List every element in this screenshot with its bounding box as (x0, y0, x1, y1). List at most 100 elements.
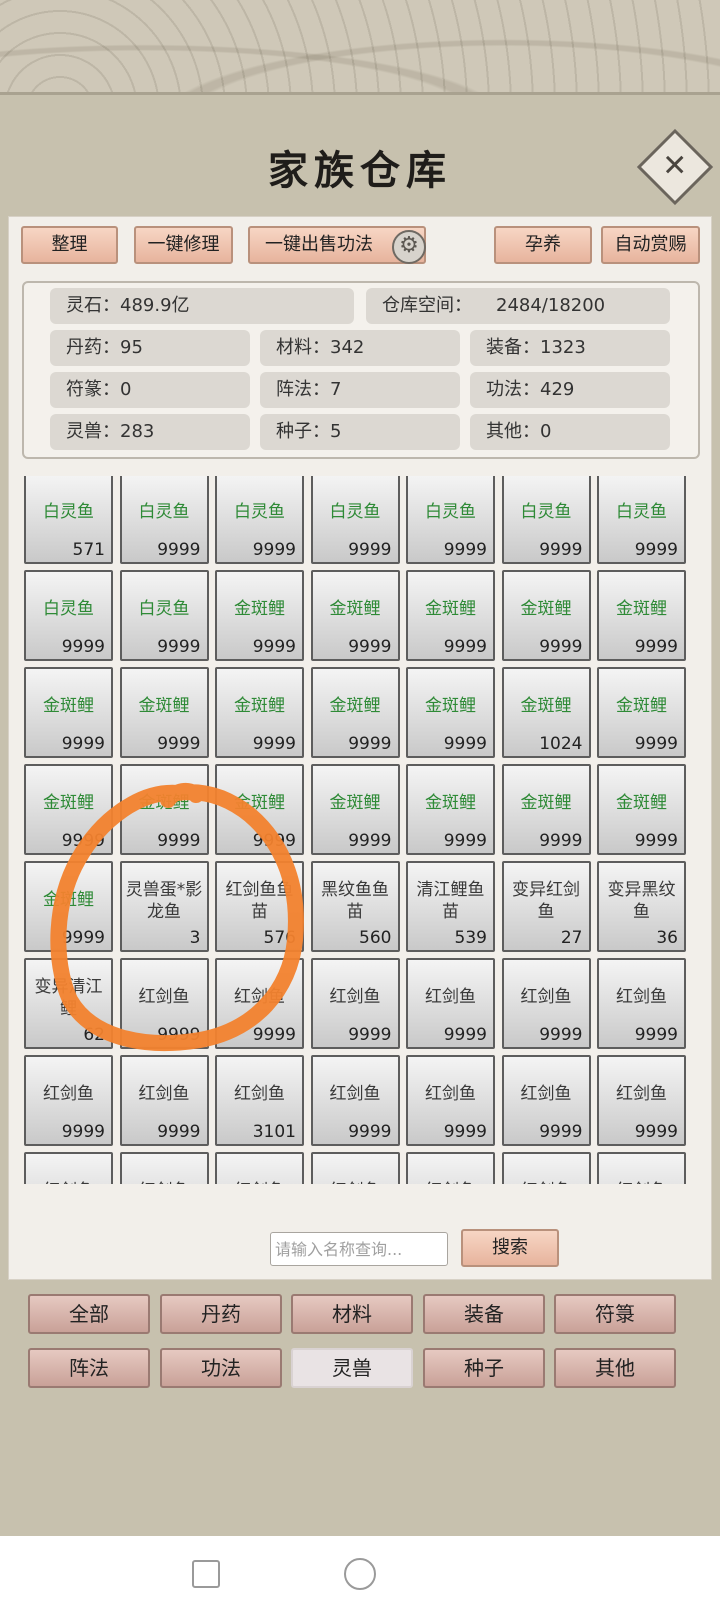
stat-warehouse-space: 仓库空间： 2484/18200 (366, 288, 670, 324)
item-slot[interactable]: 金斑鲤 9999 (24, 667, 113, 758)
item-slot[interactable]: 金斑鲤 1024 (501, 667, 591, 758)
close-icon: ✕ (662, 148, 688, 184)
item-slot[interactable]: 金斑鲤 9999 (310, 570, 400, 661)
page-title: 家族仓库 (268, 147, 452, 194)
tab-4[interactable]: 符箓 (554, 1294, 676, 1334)
item-name: 红剑鱼 (124, 1180, 205, 1184)
item-slot[interactable]: 红剑鱼 (24, 1152, 113, 1184)
item-slot[interactable]: 红剑鱼 9999 (406, 1055, 495, 1146)
breed-button[interactable]: 孕养 (494, 226, 592, 264)
item-slot[interactable]: 金斑鲤 9999 (215, 667, 304, 758)
item-count: 9999 (61, 928, 105, 948)
item-slot[interactable]: 白灵鱼 571 (24, 476, 113, 564)
item-slot[interactable]: 白灵鱼 9999 (310, 476, 400, 564)
item-slot[interactable]: 白灵鱼 9999 (597, 476, 686, 564)
item-name: 红剑鱼鱼苗 (225, 880, 294, 922)
item-name: 金斑鲤 (520, 599, 572, 619)
item-count: 9999 (634, 1122, 678, 1142)
item-slot[interactable]: 红剑鱼 (310, 1152, 400, 1184)
item-slot[interactable]: 红剑鱼 3101 (215, 1055, 304, 1146)
item-name: 白灵鱼 (138, 502, 190, 522)
item-slot[interactable]: 黑纹鱼鱼苗 560 (310, 861, 400, 952)
item-name: 金斑鲤 (43, 890, 94, 910)
item-slot[interactable]: 红剑鱼 9999 (406, 958, 495, 1049)
item-slot[interactable]: 金斑鲤 9999 (24, 861, 113, 952)
item-count: 9999 (61, 734, 105, 754)
item-slot[interactable]: 红剑鱼 9999 (501, 958, 591, 1049)
item-slot[interactable]: 变异红剑鱼 27 (501, 861, 591, 952)
item-count: 9999 (634, 831, 678, 851)
item-slot[interactable]: 金斑鲤 9999 (597, 570, 686, 661)
item-count: 9999 (539, 1025, 583, 1045)
tab-7[interactable]: 灵兽 (291, 1348, 413, 1388)
item-slot[interactable]: 金斑鲤 9999 (501, 764, 591, 855)
item-slot[interactable]: 红剑鱼 9999 (501, 1055, 591, 1146)
item-slot[interactable]: 红剑鱼 (215, 1152, 304, 1184)
item-count: 9999 (252, 1025, 296, 1045)
recent-apps-icon[interactable] (192, 1560, 220, 1588)
item-slot[interactable]: 金斑鲤 9999 (119, 667, 209, 758)
item-count: 9999 (252, 540, 296, 560)
item-name: 红剑鱼 (520, 1084, 572, 1104)
tab-1[interactable]: 丹药 (160, 1294, 282, 1334)
item-slot[interactable]: 红剑鱼 (501, 1152, 591, 1184)
item-slot[interactable]: 金斑鲤 9999 (310, 764, 400, 855)
item-slot[interactable]: 金斑鲤 9999 (406, 764, 495, 855)
item-slot[interactable]: 红剑鱼 9999 (119, 1055, 209, 1146)
item-slot[interactable]: 红剑鱼鱼苗 576 (215, 861, 304, 952)
item-slot[interactable]: 清江鲤鱼苗 539 (406, 861, 495, 952)
item-slot[interactable]: 红剑鱼 (119, 1152, 209, 1184)
item-slot[interactable]: 白灵鱼 9999 (119, 570, 209, 661)
item-slot[interactable]: 红剑鱼 9999 (310, 958, 400, 1049)
sell-skills-button[interactable]: 一键出售功法 ⚙ (248, 226, 426, 264)
tab-2[interactable]: 材料 (291, 1294, 413, 1334)
gear-icon[interactable]: ⚙ (392, 230, 426, 264)
auto-reward-button[interactable]: 自动赏赐 (601, 226, 700, 264)
tab-5[interactable]: 阵法 (28, 1348, 150, 1388)
item-slot[interactable]: 变异清江鲤 62 (24, 958, 113, 1049)
item-count: 27 (560, 928, 583, 948)
item-slot[interactable]: 红剑鱼 9999 (215, 958, 304, 1049)
item-count: 9999 (634, 1025, 678, 1045)
system-nav-bar (0, 1536, 720, 1612)
item-slot[interactable]: 金斑鲤 9999 (501, 570, 591, 661)
stat-materials: 材料：342 (260, 330, 460, 366)
tab-9[interactable]: 其他 (554, 1348, 676, 1388)
item-count: 9999 (252, 637, 296, 657)
tab-3[interactable]: 装备 (423, 1294, 545, 1334)
item-count: 9999 (634, 637, 678, 657)
item-slot[interactable]: 红剑鱼 (597, 1152, 686, 1184)
tab-8[interactable]: 种子 (423, 1348, 545, 1388)
search-button[interactable]: 搜索 (461, 1229, 559, 1267)
item-slot[interactable]: 金斑鲤 9999 (597, 667, 686, 758)
search-input[interactable] (270, 1232, 448, 1266)
repair-all-button[interactable]: 一键修理 (134, 226, 233, 264)
item-slot[interactable]: 红剑鱼 9999 (597, 1055, 686, 1146)
item-slot[interactable]: 变异黑纹鱼 36 (597, 861, 686, 952)
item-slot[interactable]: 白灵鱼 9999 (119, 476, 209, 564)
item-slot[interactable]: 红剑鱼 9999 (597, 958, 686, 1049)
item-slot[interactable]: 白灵鱼 9999 (406, 476, 495, 564)
item-slot[interactable]: 灵兽蛋*影龙鱼 3 (119, 861, 209, 952)
home-icon[interactable] (344, 1558, 376, 1590)
item-slot[interactable]: 白灵鱼 9999 (501, 476, 591, 564)
item-slot[interactable]: 红剑鱼 9999 (310, 1055, 400, 1146)
tab-0[interactable]: 全部 (28, 1294, 150, 1334)
item-slot[interactable]: 白灵鱼 9999 (215, 476, 304, 564)
item-slot[interactable]: 金斑鲤 9999 (597, 764, 686, 855)
item-slot[interactable]: 金斑鲤 9999 (406, 667, 495, 758)
item-count: 9999 (61, 1122, 105, 1142)
item-slot[interactable]: 红剑鱼 9999 (119, 958, 209, 1049)
organize-button[interactable]: 整理 (21, 226, 118, 264)
item-slot[interactable]: 红剑鱼 (406, 1152, 495, 1184)
item-slot[interactable]: 金斑鲤 9999 (406, 570, 495, 661)
item-name: 红剑鱼 (425, 987, 476, 1007)
item-slot[interactable]: 金斑鲤 9999 (215, 764, 304, 855)
item-slot[interactable]: 红剑鱼 9999 (24, 1055, 113, 1146)
tab-6[interactable]: 功法 (160, 1348, 282, 1388)
item-slot[interactable]: 金斑鲤 9999 (24, 764, 113, 855)
item-slot[interactable]: 金斑鲤 9999 (119, 764, 209, 855)
item-slot[interactable]: 金斑鲤 9999 (215, 570, 304, 661)
item-slot[interactable]: 金斑鲤 9999 (310, 667, 400, 758)
item-slot[interactable]: 白灵鱼 9999 (24, 570, 113, 661)
